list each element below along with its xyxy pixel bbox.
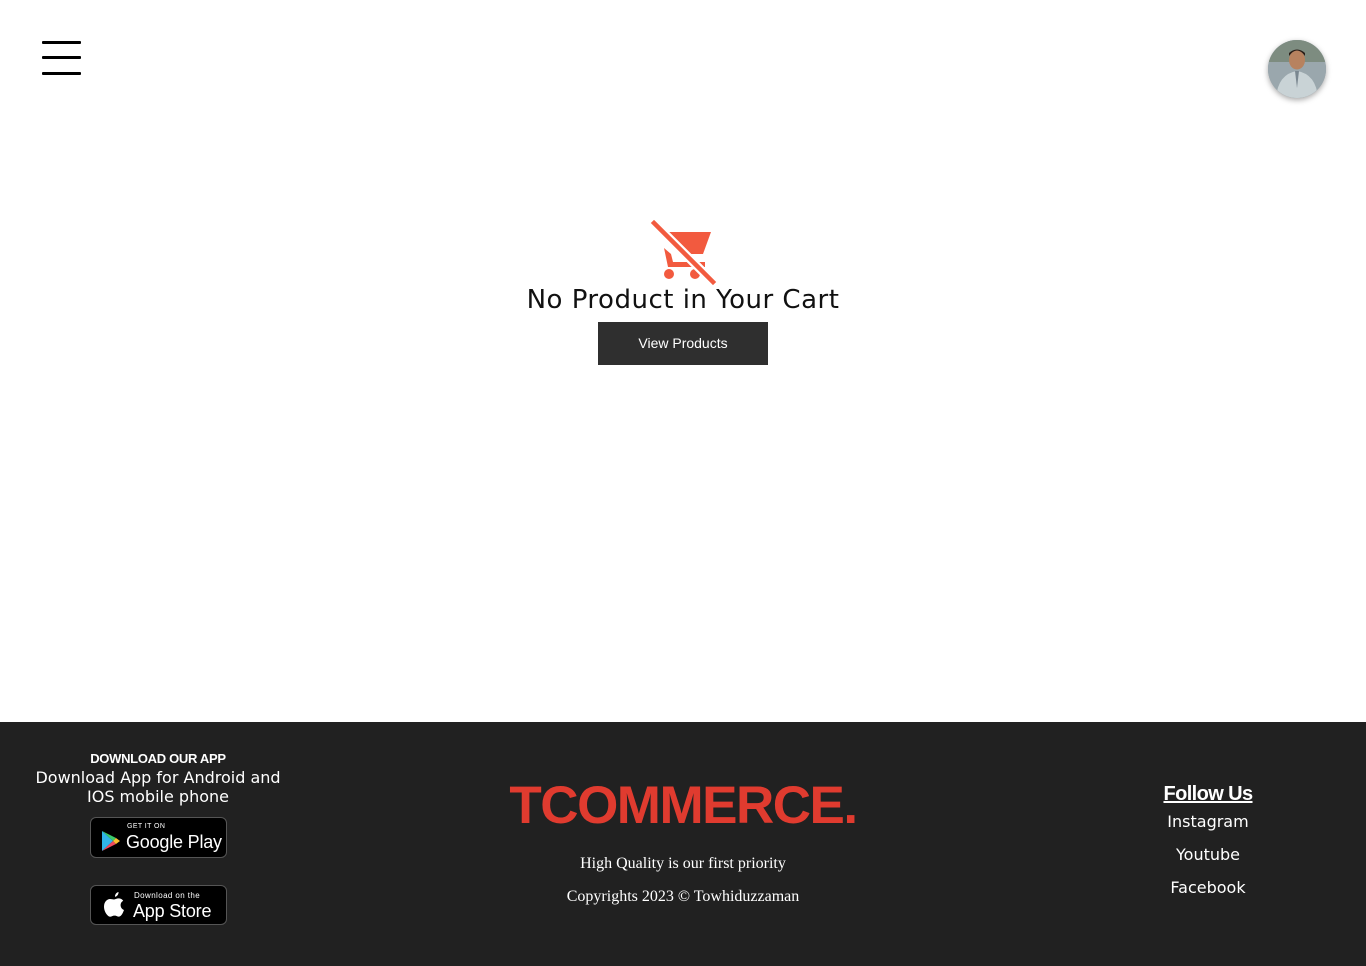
- follow-us-title: Follow Us: [1163, 783, 1253, 805]
- google-play-small-text: GET IT ON: [127, 823, 166, 830]
- download-app-section: DOWNLOAD OUR APP Download App for Androi…: [28, 751, 288, 925]
- app-store-small-text: Download on the: [134, 891, 201, 900]
- app-store-badge[interactable]: Download on the App Store: [90, 885, 227, 925]
- remove-shopping-cart-icon: [650, 219, 717, 286]
- google-play-badge[interactable]: GET IT ON Google Play: [90, 817, 227, 858]
- empty-cart-section: No Product in Your Cart View Products: [0, 218, 1366, 365]
- avatar-photo: [1268, 40, 1326, 98]
- empty-cart-message: No Product in Your Cart: [526, 285, 840, 315]
- hamburger-menu-icon[interactable]: [42, 41, 81, 75]
- menu-bar: [42, 72, 81, 75]
- brand-logo: TCOMMERCE.: [509, 776, 858, 835]
- google-play-big-text: Google Play: [126, 832, 222, 852]
- google-play-icon: [102, 831, 120, 851]
- instagram-link[interactable]: Instagram: [1108, 812, 1308, 832]
- user-avatar[interactable]: [1268, 40, 1326, 98]
- download-text: Download App for Android and IOS mobile …: [35, 768, 281, 806]
- menu-bar: [42, 56, 81, 59]
- footer: DOWNLOAD OUR APP Download App for Androi…: [0, 722, 1366, 966]
- brand-section: TCOMMERCE. High Quality is our first pri…: [440, 778, 926, 907]
- menu-bar: [42, 41, 81, 44]
- brand-tagline: High Quality is our first priority: [580, 855, 786, 872]
- app-store-big-text: App Store: [133, 901, 212, 921]
- view-products-button[interactable]: View Products: [598, 322, 768, 365]
- apple-icon: [104, 892, 124, 917]
- follow-us-section: Follow Us Instagram Youtube Facebook: [1108, 782, 1308, 898]
- facebook-link[interactable]: Facebook: [1108, 878, 1308, 898]
- copyright-text: Copyrights 2023 © Towhiduzzaman: [566, 888, 800, 905]
- download-heading: DOWNLOAD OUR APP: [90, 751, 226, 766]
- youtube-link[interactable]: Youtube: [1108, 845, 1308, 865]
